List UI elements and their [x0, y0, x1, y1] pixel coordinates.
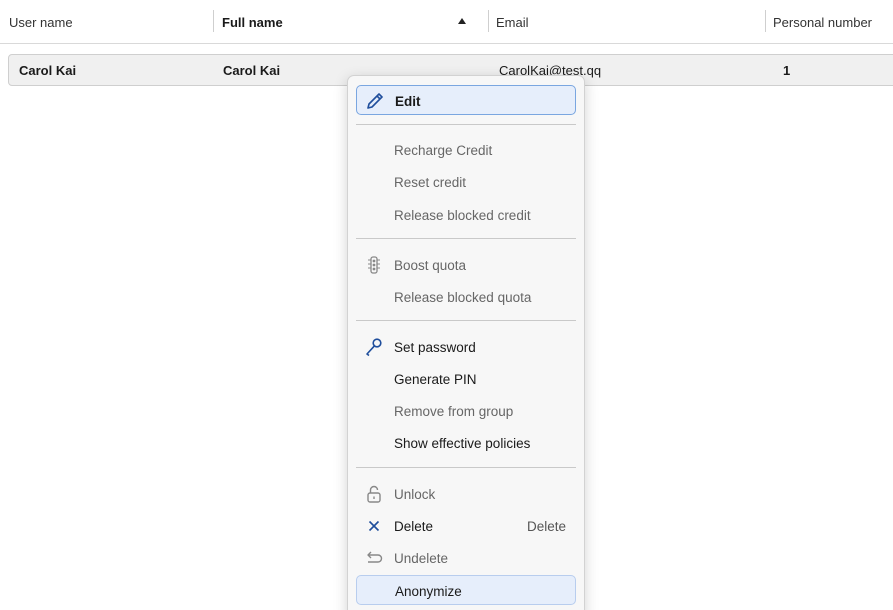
menu-item-recharge-credit[interactable]: Recharge Credit [356, 135, 576, 165]
menu-item-label: Unlock [394, 486, 436, 502]
undo-icon [364, 548, 384, 568]
menu-item-label: Delete [394, 518, 434, 534]
menu-item-undelete[interactable]: Undelete [356, 543, 576, 573]
menu-item-label: Reset credit [394, 174, 467, 190]
menu-item-edit[interactable]: Edit [356, 85, 576, 115]
unlock-icon [364, 484, 384, 504]
menu-item-release-blocked-quota[interactable]: Release blocked quota [356, 282, 576, 312]
menu-item-label: Set password [394, 339, 476, 355]
column-resize-handle[interactable] [213, 10, 214, 32]
keyboard-shortcut: Delete [526, 518, 566, 534]
menu-item-label: Release blocked quota [394, 289, 532, 305]
column-resize-handle[interactable] [488, 10, 489, 32]
close-icon [364, 516, 384, 536]
traffic-light-icon [364, 255, 384, 275]
menu-item-label: Show effective policies [394, 435, 531, 451]
menu-item-generate-pin[interactable]: Generate PIN [356, 364, 576, 394]
menu-item-label: Undelete [394, 550, 449, 566]
column-resize-handle[interactable] [765, 10, 766, 32]
menu-item-label: Release blocked credit [394, 207, 531, 223]
menu-item-label: Generate PIN [394, 371, 477, 387]
context-menu: Edit Recharge Credit Reset credit Releas… [347, 75, 585, 610]
menu-item-label: Boost quota [394, 257, 467, 273]
menu-item-label: Recharge Credit [394, 142, 493, 158]
menu-item-delete[interactable]: Delete Delete [356, 511, 576, 541]
menu-item-release-blocked-credit[interactable]: Release blocked credit [356, 200, 576, 230]
menu-item-anonymize[interactable]: Anonymize [356, 575, 576, 605]
key-icon [364, 337, 384, 357]
menu-item-label: Anonymize [395, 583, 462, 599]
pencil-icon [365, 91, 385, 111]
column-header-full-name[interactable]: Full name [222, 10, 452, 34]
menu-item-set-password[interactable]: Set password [356, 332, 576, 362]
sort-ascending-icon [458, 18, 466, 24]
column-header-email[interactable]: Email [496, 10, 756, 34]
menu-separator [356, 238, 576, 239]
column-header-personal-number[interactable]: Personal number [773, 10, 893, 34]
menu-item-unlock[interactable]: Unlock [356, 479, 576, 509]
cell-user-name: Carol Kai [19, 62, 77, 78]
menu-item-label: Edit [395, 93, 421, 109]
menu-item-reset-credit[interactable]: Reset credit [356, 167, 576, 197]
menu-separator [356, 124, 576, 125]
cell-personal-number: 1 [783, 62, 791, 78]
menu-item-label: Remove from group [394, 403, 514, 419]
menu-item-remove-from-group[interactable]: Remove from group [356, 396, 576, 426]
menu-item-show-effective-policies[interactable]: Show effective policies [356, 428, 576, 458]
column-header-user-name[interactable]: User name [9, 10, 209, 34]
menu-separator [356, 320, 576, 321]
table-header: User name Full name Email Personal numbe… [0, 0, 893, 44]
menu-separator [356, 467, 576, 468]
menu-item-boost-quota[interactable]: Boost quota [356, 250, 576, 280]
